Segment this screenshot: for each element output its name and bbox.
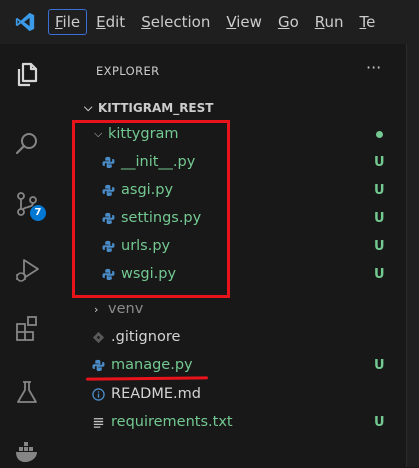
python-file-icon bbox=[92, 359, 105, 371]
project-root[interactable]: ⌵ KITTIGRAM_REST bbox=[84, 101, 213, 115]
status-badge: U bbox=[374, 238, 385, 254]
status-badge: U bbox=[374, 414, 385, 430]
tree-item-label: wsgi.py bbox=[121, 266, 177, 282]
menu-terminal[interactable]: Te bbox=[353, 9, 383, 35]
menu-file-mnemonic: F bbox=[55, 13, 63, 31]
tree-item-label: __init__.py bbox=[121, 154, 196, 170]
menu-selection-label: election bbox=[150, 13, 211, 31]
vscode-logo-icon[interactable] bbox=[14, 11, 36, 33]
status-badge: U bbox=[374, 266, 385, 282]
tree-item-label: venv bbox=[108, 301, 144, 317]
status-badge: U bbox=[374, 182, 385, 198]
status-badge: U bbox=[374, 357, 385, 373]
source-control-badge: 7 bbox=[30, 205, 46, 221]
testing-icon[interactable] bbox=[13, 378, 41, 406]
status-badge: U bbox=[374, 210, 385, 226]
python-file-icon bbox=[102, 156, 115, 168]
explorer-panel: EXPLORER ··· ⌵ KITTIGRAM_REST ⌵ kittygra… bbox=[54, 44, 406, 467]
python-file-icon bbox=[102, 240, 115, 252]
menu-run-mnemonic: R bbox=[314, 13, 325, 31]
docker-icon[interactable] bbox=[13, 436, 41, 464]
tree-file-wsgi[interactable]: wsgi.py U bbox=[54, 261, 406, 287]
text-file-icon bbox=[93, 417, 104, 428]
menu-selection[interactable]: Selection bbox=[134, 9, 217, 35]
tree-item-label: requirements.txt bbox=[111, 414, 233, 430]
menu-file-label: ile bbox=[62, 13, 81, 31]
menu-file[interactable]: File bbox=[48, 9, 88, 35]
tree-file-asgi[interactable]: asgi.py U bbox=[54, 177, 406, 203]
tree-file-gitignore[interactable]: .gitignore bbox=[54, 324, 406, 350]
editor-edge bbox=[406, 44, 419, 467]
tree-item-label: settings.py bbox=[121, 210, 202, 226]
project-name: KITTIGRAM_REST bbox=[98, 101, 214, 115]
menu-view-mnemonic: V bbox=[226, 13, 237, 31]
tree-folder-kittygram[interactable]: ⌵ kittygram bbox=[54, 121, 406, 147]
chevron-down-icon: ⌵ bbox=[94, 127, 103, 140]
files-icon[interactable] bbox=[13, 60, 41, 88]
tree-item-label: manage.py bbox=[111, 357, 193, 373]
status-badge: U bbox=[374, 154, 385, 170]
python-file-icon bbox=[102, 184, 115, 196]
menu-view[interactable]: View bbox=[219, 9, 269, 35]
tree-item-label: urls.py bbox=[121, 238, 171, 254]
tree-item-label: kittygram bbox=[108, 126, 179, 142]
menu-run-label: un bbox=[324, 13, 344, 31]
menu-go[interactable]: Go bbox=[271, 9, 306, 35]
tree-folder-venv[interactable]: › venv bbox=[54, 296, 406, 322]
menu-edit-mnemonic: E bbox=[96, 13, 106, 31]
menu-run[interactable]: Run bbox=[308, 9, 351, 35]
explorer-more-actions-button[interactable]: ··· bbox=[366, 58, 381, 77]
modified-dot-icon bbox=[376, 130, 383, 138]
menu-edit[interactable]: Edit bbox=[89, 9, 132, 35]
tree-file-manage[interactable]: manage.py U bbox=[54, 352, 406, 378]
menu-selection-mnemonic: S bbox=[141, 13, 151, 31]
tree-file-init[interactable]: __init__.py U bbox=[54, 149, 406, 175]
tree-file-readme[interactable]: README.md bbox=[54, 381, 406, 407]
menu-view-label: iew bbox=[236, 13, 262, 31]
run-debug-icon[interactable] bbox=[13, 256, 41, 284]
tree-file-requirements[interactable]: requirements.txt U bbox=[54, 409, 406, 435]
search-icon[interactable] bbox=[13, 130, 41, 158]
chevron-down-icon: ⌵ bbox=[84, 101, 93, 114]
menu-go-mnemonic: G bbox=[277, 13, 290, 31]
activity-bar: 7 bbox=[0, 44, 54, 467]
menu-terminal-label: e bbox=[366, 13, 376, 31]
menu-edit-label: dit bbox=[105, 13, 126, 31]
tree-item-label: asgi.py bbox=[121, 182, 174, 198]
python-file-icon bbox=[102, 212, 115, 224]
tree-item-label: README.md bbox=[111, 386, 201, 402]
tree-item-label: .gitignore bbox=[111, 329, 181, 345]
gitignore-icon bbox=[92, 331, 105, 343]
tree-file-settings[interactable]: settings.py U bbox=[54, 205, 406, 231]
chevron-right-icon: › bbox=[94, 302, 99, 316]
explorer-title: EXPLORER bbox=[96, 64, 160, 78]
python-file-icon bbox=[102, 268, 115, 280]
extensions-icon[interactable] bbox=[13, 314, 41, 342]
menu-bar: File Edit Selection View Go Run Te bbox=[0, 0, 419, 44]
info-icon bbox=[92, 387, 105, 401]
tree-file-urls[interactable]: urls.py U bbox=[54, 233, 406, 259]
menu-go-label: o bbox=[289, 13, 299, 31]
